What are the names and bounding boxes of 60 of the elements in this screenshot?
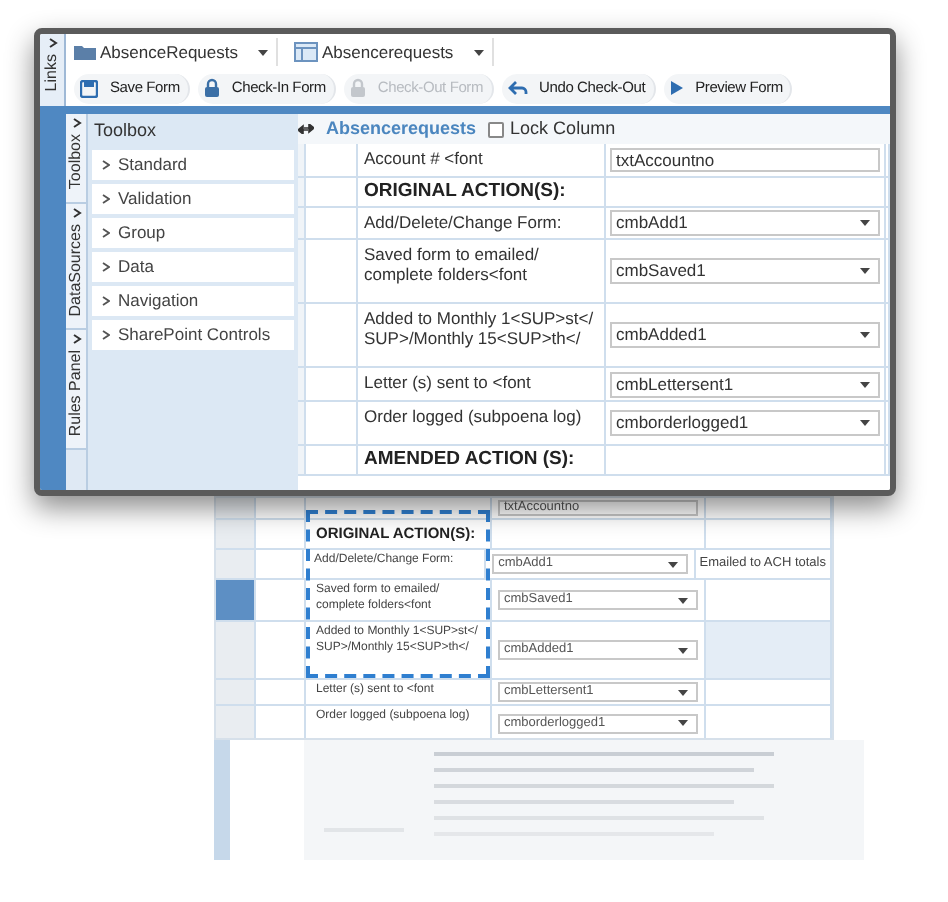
checkbox[interactable] [488, 121, 505, 137]
folder-icon [74, 44, 96, 60]
dropdown[interactable]: cmbSaved1 [610, 258, 880, 284]
field-label: Account # <font [364, 148, 483, 168]
panel-tab[interactable]: Toolbox [66, 114, 86, 204]
caret-icon [473, 49, 484, 55]
side-tab[interactable]: Links [40, 34, 66, 106]
chevron-icon [71, 207, 81, 218]
chevron-icon [102, 160, 110, 170]
section-heading: AMENDED ACTION (S): [364, 446, 575, 474]
chevron-icon [71, 333, 81, 344]
caret-icon [258, 49, 268, 55]
field-label: Letter (s) sent to <font [364, 372, 531, 392]
form-title: Absencerequests [326, 115, 477, 142]
chevron-icon [102, 262, 110, 272]
chevron-icon [102, 228, 110, 238]
caret-icon [860, 268, 870, 274]
table-icon [294, 42, 318, 62]
save-icon [80, 79, 98, 97]
field-label: Order logged (subpoena log) [364, 406, 582, 426]
lock-icon [203, 78, 220, 98]
dropdown[interactable]: cmbAdded1 [610, 322, 880, 348]
caret-icon [678, 597, 688, 603]
undo-icon [507, 80, 528, 96]
breadcrumb-dropdown[interactable]: Absencerequests [294, 38, 494, 66]
toolbox-category[interactable]: Navigation [92, 286, 294, 316]
panel-title: Toolbox [92, 117, 159, 144]
dropdown[interactable]: cmbLettersent1 [610, 371, 880, 397]
toolbox-category[interactable]: Standard [92, 150, 294, 180]
breadcrumb-dropdown[interactable]: AbsenceRequests [74, 38, 278, 66]
panel-tab[interactable]: DataSources [66, 203, 86, 330]
chevron-icon [102, 296, 110, 306]
toolbox-category[interactable]: SharePoint Controls [92, 320, 294, 350]
chevron-icon [102, 330, 110, 340]
field-label: Added to Monthly 1<SUP>st</ SUP>/Monthly 15<SUP>th</ [364, 308, 596, 348]
chevron-icon [71, 118, 81, 128]
chevron-icon [47, 38, 57, 48]
toolbox-category[interactable]: Data [92, 252, 294, 282]
chevron-icon [102, 194, 110, 204]
play-icon [669, 80, 684, 96]
caret-icon [860, 381, 870, 387]
field-label: Saved form to emailed/ complete folders<font [364, 244, 541, 284]
lock-icon [349, 78, 366, 98]
caret-icon [678, 689, 688, 695]
caret-icon [678, 720, 688, 726]
toolbox-category[interactable]: Validation [92, 184, 294, 214]
caret-icon [860, 220, 870, 226]
field-label: Add/Delete/Change Form: [364, 212, 562, 232]
checkbox-label: Lock Column [510, 115, 616, 142]
caret-icon [678, 647, 688, 653]
panel-tab[interactable]: Rules Panel [66, 329, 86, 450]
section-heading: ORIGINAL ACTION(S): [364, 178, 566, 206]
dropdown[interactable]: cmborderlogged1 [610, 410, 880, 436]
caret-icon [860, 332, 870, 338]
swap-icon [298, 124, 314, 134]
toolbox-category[interactable]: Group [92, 218, 294, 248]
caret-icon [860, 420, 870, 426]
text-field[interactable]: txtAccountno [610, 148, 880, 172]
caret-icon [667, 561, 678, 567]
dropdown[interactable]: cmbAdd1 [610, 210, 880, 236]
